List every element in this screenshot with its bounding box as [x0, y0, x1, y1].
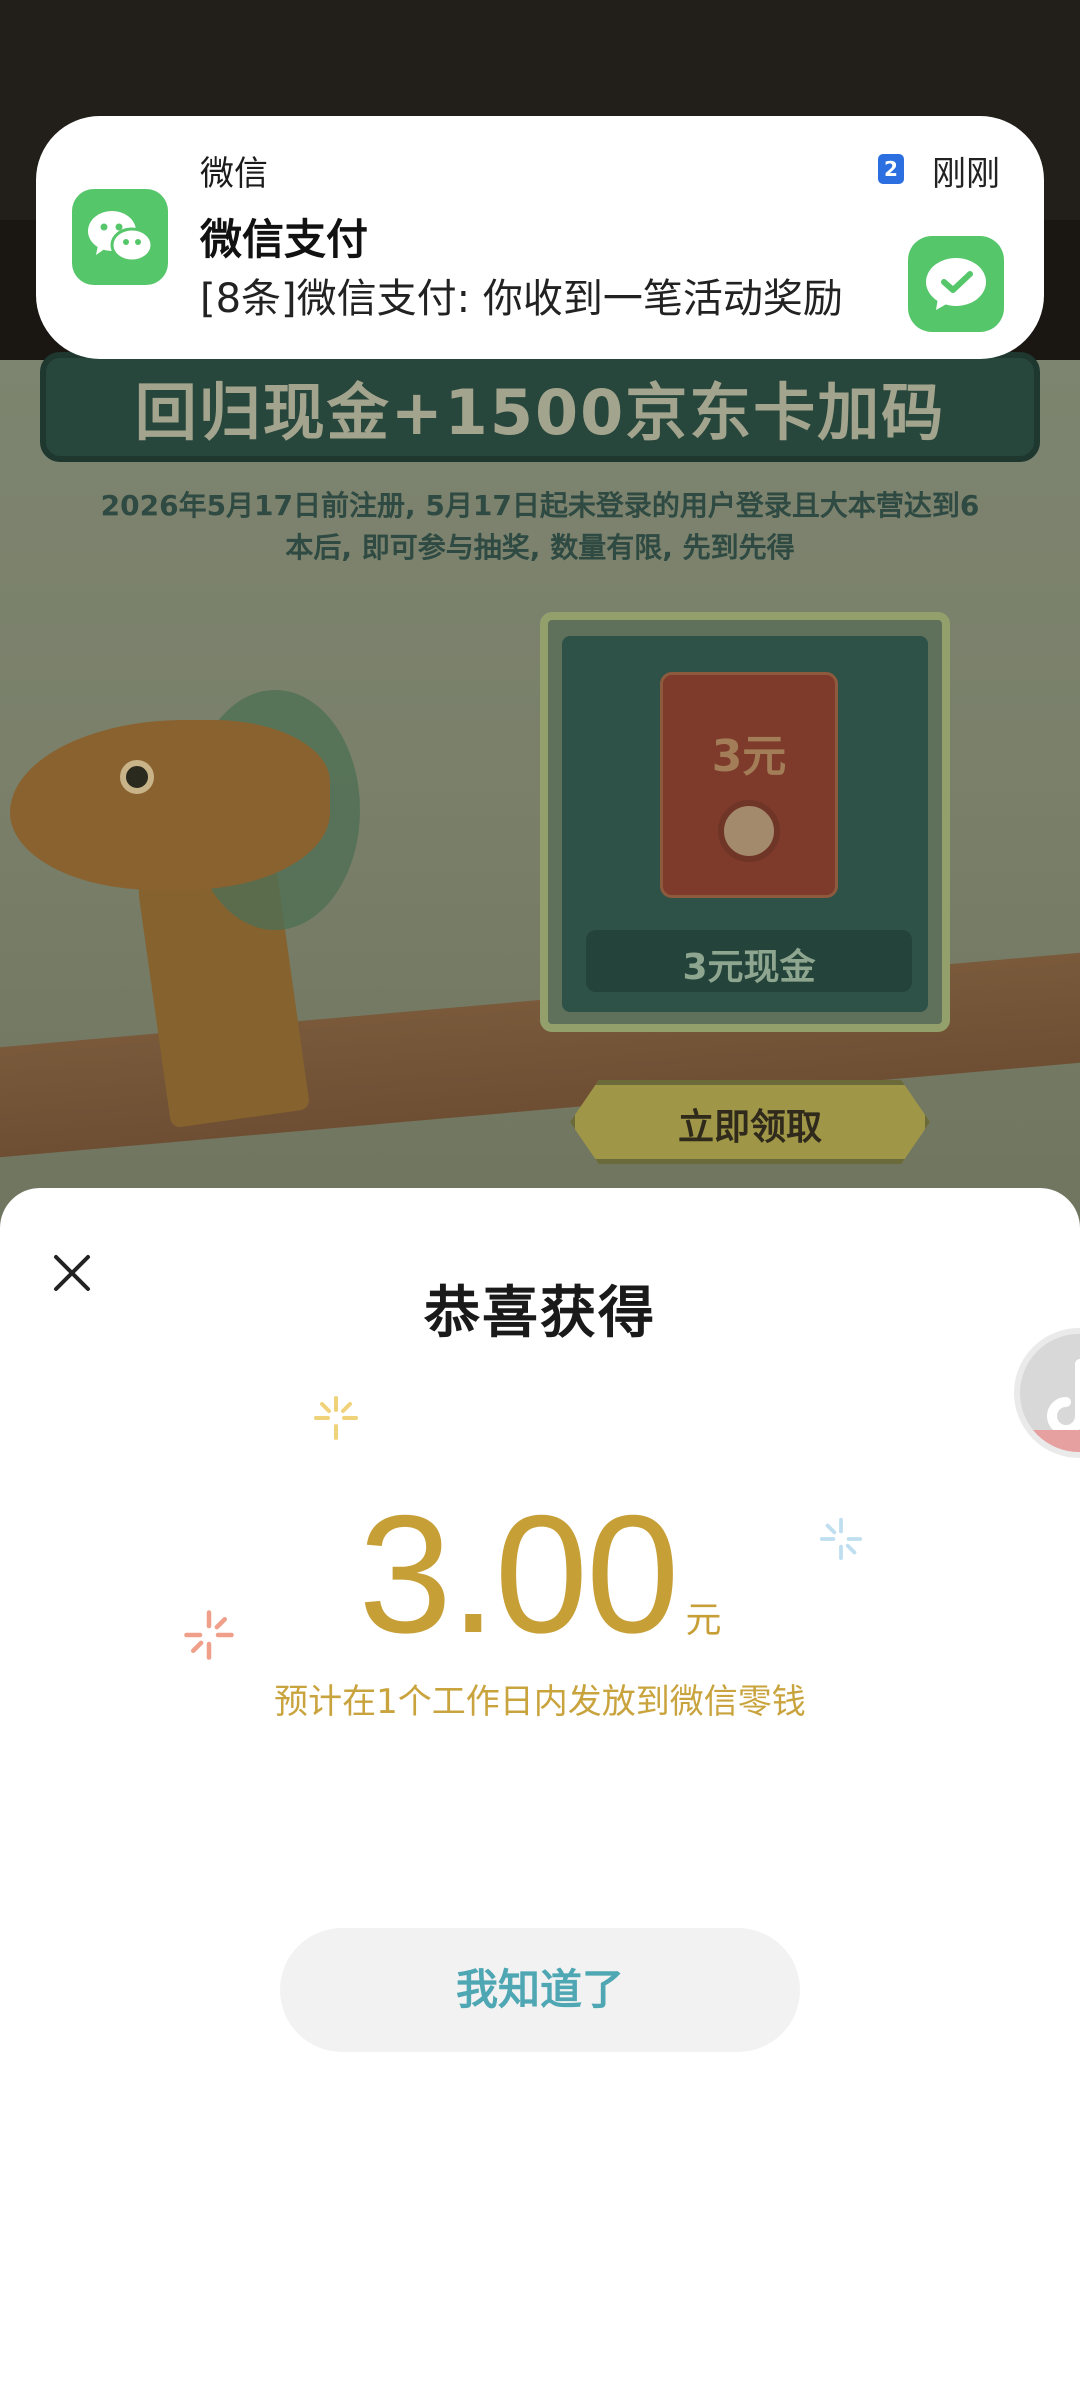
sheet-title: 恭喜获得	[424, 1281, 656, 1346]
envelope-value: 3元	[711, 731, 787, 782]
envelope-seal-icon	[718, 800, 780, 862]
dual-app-badge-icon: 2	[878, 154, 904, 184]
wechat-pay-icon	[908, 236, 1004, 332]
activity-description: 2026年5月17日前注册, 5月17日起未登录的用户登录且大本营达到6本后, …	[100, 489, 980, 564]
screen: 回归现金+1500京东卡加码 2026年5月17日前注册, 5月17日起未登录的…	[0, 0, 1080, 2400]
acknowledge-button[interactable]: 我知道了	[280, 1928, 800, 2052]
notification-app-name: 微信	[200, 154, 268, 194]
dragon-eye	[120, 760, 154, 794]
sparkle-icon	[314, 1396, 358, 1440]
notification-title: 微信支付	[200, 215, 369, 264]
reward-bottom-sheet: 恭喜获得 3.00 元 预计在1个工作日内发放到微信零钱 我知道了	[0, 1188, 1080, 2400]
notification-body: [8条]微信支付: 你收到一笔活动奖励	[200, 276, 843, 322]
wechat-app-icon	[72, 189, 168, 285]
notification-banner[interactable]: 微信 2 刚刚 微信支付 [8条]微信支付: 你收到一笔活动奖励	[36, 116, 1044, 359]
payout-note: 预计在1个工作日内发放到微信零钱	[274, 1682, 806, 1722]
notification-time: 刚刚	[932, 154, 1000, 194]
reward-amount: 3.00	[358, 1480, 680, 1668]
claim-button-label: 立即领取	[677, 1107, 822, 1148]
activity-title: 回归现金+1500京东卡加码	[134, 376, 946, 449]
red-envelope-image	[660, 672, 838, 898]
prize-label: 3元现金	[682, 947, 816, 988]
amount-unit: 元	[685, 1600, 722, 1641]
reward-amount-row: 3.00 元	[0, 1478, 1080, 1671]
